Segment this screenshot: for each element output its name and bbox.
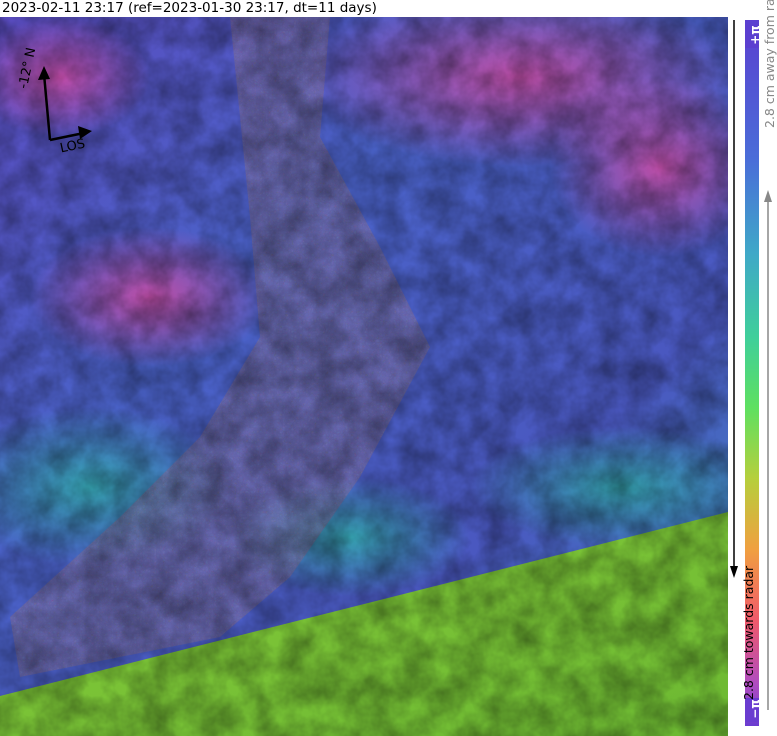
- colorbar-towards-label: 2.8 cm towards radar: [741, 565, 756, 700]
- colorbar-away-label: 2.8 cm away from radar: [762, 0, 777, 128]
- colorbar-bottom-label: −π: [745, 698, 762, 722]
- colorbar-top-label: +π: [745, 24, 762, 48]
- colorbar-towards-arrow-icon: [730, 20, 738, 578]
- map-title: 2023-02-11 23:17 (ref=2023-01-30 23:17, …: [2, 0, 377, 16]
- interferogram-map[interactable]: -12° N LOS: [0, 17, 728, 736]
